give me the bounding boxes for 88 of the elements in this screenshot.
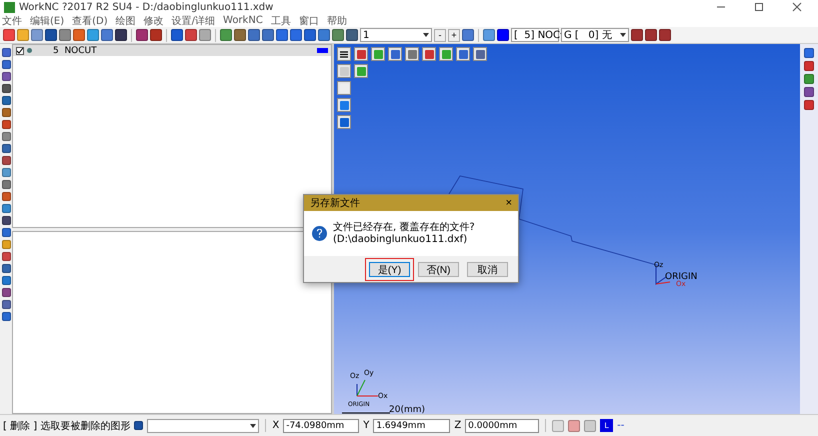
scale-bar — [342, 412, 390, 414]
app-logo-icon — [4, 2, 15, 12]
toolbar-icon[interactable] — [101, 29, 113, 41]
dialog-button[interactable]: 取消 — [467, 262, 508, 276]
view-button[interactable] — [456, 47, 470, 61]
toolbar-icon[interactable] — [346, 29, 358, 41]
toolbar-icon[interactable] — [659, 29, 671, 41]
status-text: -- — [617, 420, 624, 431]
menu-item[interactable]: 编辑(E) — [30, 14, 64, 28]
view-button[interactable] — [439, 47, 453, 61]
menu-item[interactable]: 工具 — [270, 14, 291, 28]
mode-button[interactable]: L — [600, 419, 614, 432]
view-button[interactable] — [371, 47, 385, 61]
toolbar-icon[interactable] — [262, 29, 274, 41]
toolbar-icon[interactable] — [332, 29, 344, 41]
scale-label: 20(mm) — [389, 405, 426, 415]
caret-icon — [250, 424, 256, 428]
menu-item[interactable]: 文件 — [2, 14, 22, 28]
toolbar-icon[interactable] — [234, 29, 246, 41]
toolbar-icon[interactable] — [248, 29, 260, 41]
menu-item[interactable]: 绘图 — [116, 14, 136, 28]
toolbar-icon[interactable] — [136, 29, 148, 41]
toolbar-icon[interactable] — [290, 29, 302, 41]
window-title: WorkNC ?2017 R2 SU4 - D:/daobinglunkuo111.xdw — [19, 2, 274, 12]
toolbar-icon[interactable] — [483, 29, 495, 41]
layer-dot-icon — [27, 48, 32, 53]
layer-name: 5 NOCUT — [53, 46, 98, 56]
x-field[interactable]: -74.0980mm — [283, 418, 360, 432]
view-button[interactable] — [354, 47, 368, 61]
toolbar-icon[interactable] — [497, 29, 509, 41]
minus-button[interactable]: - — [434, 28, 446, 42]
maximize-icon[interactable] — [754, 2, 764, 12]
toolbar-icon[interactable] — [45, 29, 57, 41]
toolbar-icon[interactable] — [59, 29, 71, 41]
toolbar-icon[interactable] — [73, 29, 85, 41]
toolbar-icon[interactable] — [31, 29, 43, 41]
plus-button[interactable]: + — [448, 28, 460, 42]
level-combo[interactable]: 1 — [360, 28, 432, 42]
menu-item[interactable]: 修改 — [144, 14, 164, 28]
toolbar-icon[interactable] — [199, 29, 211, 41]
question-icon — [312, 226, 327, 241]
y-field[interactable]: 1.6949mm — [373, 418, 450, 432]
y-label: Y — [363, 420, 370, 431]
caret-icon — [620, 33, 626, 37]
z-field[interactable]: 0.0000mm — [465, 418, 540, 432]
menu-item[interactable]: 帮助 — [326, 14, 347, 28]
toolbar-icon[interactable] — [115, 29, 127, 41]
toolbar-icon[interactable] — [150, 29, 162, 41]
toolbar-icon[interactable] — [17, 29, 29, 41]
dialog-button[interactable]: 否(N) — [418, 262, 459, 276]
layer-row[interactable]: 5 NOCUT — [13, 45, 331, 56]
layer-checkbox[interactable] — [16, 46, 24, 54]
toolbar-icon[interactable] — [318, 29, 330, 41]
toolbar-icon[interactable] — [276, 29, 288, 41]
toolbar-icon[interactable] — [185, 29, 197, 41]
toolbar-icon[interactable] — [304, 29, 316, 41]
menu-item[interactable]: 设置/详细 — [172, 14, 216, 28]
view-button[interactable] — [405, 47, 419, 61]
toolbar-icon[interactable] — [87, 29, 99, 41]
close-icon[interactable] — [792, 2, 802, 12]
z-label: Z — [454, 420, 462, 431]
toolbar-icon[interactable] — [220, 29, 232, 41]
layer-combo[interactable]: [ 5] NOC — [511, 28, 559, 42]
view-button[interactable] — [337, 81, 351, 95]
corner-axes-drawing — [356, 380, 378, 396]
menu-button[interactable] — [337, 47, 351, 61]
origin-label: ORIGIN — [665, 272, 698, 282]
toolbar-icon[interactable] — [171, 29, 183, 41]
menu-icon — [340, 50, 348, 58]
toolbar-icon[interactable] — [462, 29, 474, 41]
menu-item[interactable]: 窗口 — [298, 14, 319, 28]
view-button[interactable] — [337, 98, 351, 112]
dialog-message: 文件已经存在, 覆盖存在的文件? (D:\daobinglunkuo111.dxf) — [333, 222, 476, 245]
toolbar-icon[interactable] — [631, 29, 643, 41]
menu-item[interactable]: 查看(D) — [72, 14, 108, 28]
command-prompt: [ 删除 ] 选取要被删除的图形 — [3, 420, 130, 432]
view-button[interactable] — [337, 115, 351, 129]
view-button[interactable] — [422, 47, 436, 61]
view-button[interactable] — [388, 47, 402, 61]
dialog-title: 另存新文件 — [310, 196, 360, 210]
toolbar-icon[interactable] — [645, 29, 657, 41]
view-button[interactable] — [473, 47, 487, 61]
toolbar-icon[interactable] — [3, 29, 15, 41]
x-label: X — [272, 420, 280, 431]
caret-icon — [423, 33, 429, 37]
group-combo[interactable]: G [ 0] 无 — [561, 28, 629, 42]
dialog-close-button[interactable]: × — [506, 198, 512, 208]
menu-item[interactable]: WorkNC — [223, 15, 263, 26]
